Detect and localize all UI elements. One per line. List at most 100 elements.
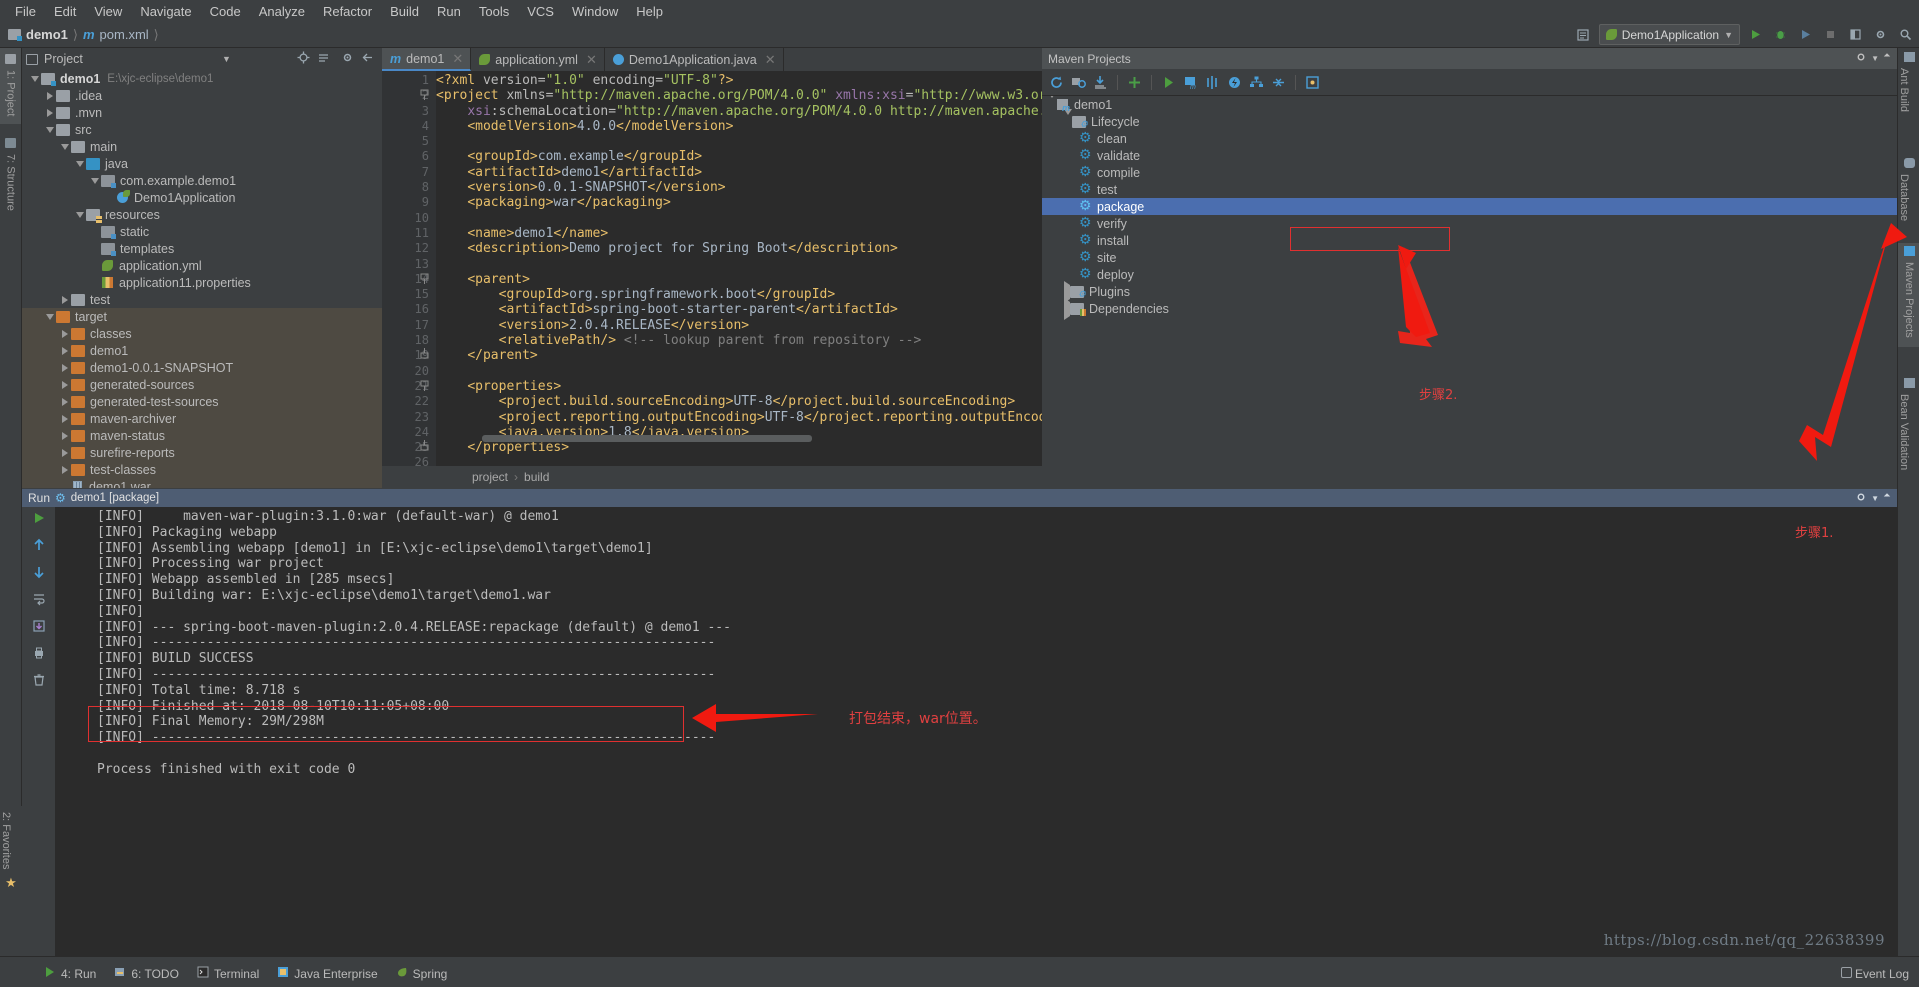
chevron-down-icon[interactable] bbox=[1064, 115, 1072, 129]
menu-item-navigate[interactable]: Navigate bbox=[131, 2, 200, 21]
fold-expanded-icon[interactable] bbox=[420, 272, 430, 290]
menu-item-help[interactable]: Help bbox=[627, 2, 672, 21]
tree-node-static[interactable]: static bbox=[22, 223, 382, 240]
tree-node-main[interactable]: main bbox=[22, 138, 382, 155]
maven-node-demo1[interactable]: mdemo1 bbox=[1042, 96, 1897, 113]
editor-breadcrumb-project[interactable]: project bbox=[472, 470, 508, 484]
tree-node-test-classes[interactable]: test-classes bbox=[22, 461, 382, 478]
tree-node-test[interactable]: test bbox=[22, 291, 382, 308]
tree-node-java[interactable]: java bbox=[22, 155, 382, 172]
up-icon[interactable] bbox=[32, 538, 46, 557]
gear-icon[interactable] bbox=[1855, 491, 1867, 506]
toggle-offline-icon[interactable] bbox=[1225, 73, 1244, 92]
maven-node-compile[interactable]: compile bbox=[1042, 164, 1897, 181]
scroll-to-end-icon[interactable] bbox=[32, 619, 46, 638]
rerun-icon[interactable] bbox=[32, 511, 46, 530]
sidebar-item-maven-projects[interactable]: Maven Projects bbox=[1898, 243, 1919, 347]
chevron-down-icon[interactable]: ▼ bbox=[1871, 494, 1879, 503]
editor-tab-demo1application-java[interactable]: Demo1Application.java✕ bbox=[605, 48, 784, 71]
tree-node-templates[interactable]: templates bbox=[22, 240, 382, 257]
debug-icon[interactable] bbox=[1771, 25, 1790, 44]
editor-breadcrumb-build[interactable]: build bbox=[524, 470, 549, 484]
menu-item-tools[interactable]: Tools bbox=[470, 2, 518, 21]
status-tab-4-run[interactable]: 4: Run bbox=[44, 966, 96, 981]
run-icon[interactable] bbox=[1746, 25, 1765, 44]
maven-node-lifecycle[interactable]: ⚙Lifecycle bbox=[1042, 113, 1897, 130]
maven-tree[interactable]: mdemo1⚙Lifecyclecleanvalidatecompiletest… bbox=[1042, 96, 1897, 488]
sidebar-item-bean-validation[interactable]: Bean Validation bbox=[1898, 378, 1919, 481]
add-icon[interactable] bbox=[1125, 73, 1144, 92]
run-configuration-selector[interactable]: Demo1Application ▼ bbox=[1599, 24, 1740, 45]
maven-node-test[interactable]: test bbox=[1042, 181, 1897, 198]
fold-expanded-icon[interactable] bbox=[420, 379, 430, 397]
gear-icon[interactable] bbox=[341, 51, 354, 67]
tree-node-maven-archiver[interactable]: maven-archiver bbox=[22, 410, 382, 427]
tree-node-surefire-reports[interactable]: surefire-reports bbox=[22, 444, 382, 461]
chevron-right-icon[interactable] bbox=[43, 92, 56, 100]
editor-tab-demo1[interactable]: mdemo1✕ bbox=[382, 48, 471, 71]
fold-collapse-icon[interactable] bbox=[420, 440, 430, 458]
clear-all-icon[interactable] bbox=[32, 673, 46, 692]
locate-icon[interactable] bbox=[297, 51, 310, 67]
execute-goal-icon[interactable]: m bbox=[1181, 73, 1200, 92]
chevron-down-icon[interactable] bbox=[28, 76, 41, 82]
status-tab-6-todo[interactable]: 6: TODO bbox=[114, 966, 179, 981]
maven-toolbar[interactable]: m bbox=[1042, 69, 1897, 96]
console-output[interactable]: [INFO] maven-war-plugin:3.1.0:war (defau… bbox=[55, 507, 1897, 956]
close-icon[interactable]: ✕ bbox=[765, 52, 776, 68]
generate-sources-icon[interactable] bbox=[1069, 73, 1088, 92]
sidebar-item-database[interactable]: Database bbox=[1898, 158, 1919, 232]
fold-expanded-icon[interactable] bbox=[420, 88, 430, 106]
breadcrumb-file[interactable]: pom.xml bbox=[100, 27, 149, 42]
fold-collapse-icon[interactable] bbox=[420, 348, 430, 366]
search-everywhere-icon[interactable] bbox=[1574, 25, 1593, 44]
sidebar-item-ant-build[interactable]: Ant Build bbox=[1898, 52, 1919, 123]
maven-node-clean[interactable]: clean bbox=[1042, 130, 1897, 147]
hide-icon[interactable] bbox=[1881, 491, 1893, 506]
tree-node-demo1-war[interactable]: demo1.war bbox=[22, 478, 382, 488]
status-bar-tabs[interactable]: 4: Run6: TODOTerminalJava EnterpriseSpri… bbox=[0, 966, 447, 987]
chevron-down-icon[interactable] bbox=[88, 178, 101, 184]
menu-item-edit[interactable]: Edit bbox=[45, 2, 85, 21]
chevron-down-icon[interactable] bbox=[43, 314, 56, 320]
tree-node-maven-status[interactable]: maven-status bbox=[22, 427, 382, 444]
menu-item-run[interactable]: Run bbox=[428, 2, 470, 21]
close-icon[interactable]: ✕ bbox=[586, 52, 597, 68]
tree-node-generated-sources[interactable]: generated-sources bbox=[22, 376, 382, 393]
tree-node-demo1[interactable]: demo1E:\xjc-eclipse\demo1 bbox=[22, 70, 382, 87]
tree-node--idea[interactable]: .idea bbox=[22, 87, 382, 104]
close-icon[interactable]: ✕ bbox=[452, 51, 463, 67]
menu-item-view[interactable]: View bbox=[85, 2, 131, 21]
down-icon[interactable] bbox=[32, 565, 46, 584]
chevron-right-icon[interactable] bbox=[58, 415, 71, 423]
tree-node-application-yml[interactable]: application.yml bbox=[22, 257, 382, 274]
show-dependencies-icon[interactable] bbox=[1247, 73, 1266, 92]
maven-node-verify[interactable]: verify bbox=[1042, 215, 1897, 232]
chevron-down-icon[interactable]: ▼ bbox=[1871, 54, 1879, 63]
print-icon[interactable] bbox=[32, 646, 46, 665]
hide-icon[interactable] bbox=[1881, 51, 1893, 66]
chevron-right-icon[interactable] bbox=[58, 432, 71, 440]
settings-icon[interactable] bbox=[1303, 73, 1322, 92]
settings-icon[interactable] bbox=[1871, 25, 1890, 44]
layout-icon[interactable] bbox=[1846, 25, 1865, 44]
maven-node-install[interactable]: install bbox=[1042, 232, 1897, 249]
menu-item-refactor[interactable]: Refactor bbox=[314, 2, 381, 21]
menu-item-window[interactable]: Window bbox=[563, 2, 627, 21]
chevron-right-icon[interactable] bbox=[58, 330, 71, 338]
tree-node-classes[interactable]: classes bbox=[22, 325, 382, 342]
chevron-down-icon[interactable] bbox=[1048, 98, 1056, 112]
maven-node-deploy[interactable]: deploy bbox=[1042, 266, 1897, 283]
tree-node-demo1application[interactable]: Demo1Application bbox=[22, 189, 382, 206]
chevron-down-icon[interactable] bbox=[73, 161, 86, 167]
chevron-down-icon[interactable]: ▼ bbox=[1724, 30, 1733, 40]
chevron-right-icon[interactable] bbox=[58, 364, 71, 372]
breadcrumb-project[interactable]: demo1 bbox=[26, 27, 68, 42]
event-log-item[interactable]: Event Log bbox=[1841, 967, 1909, 981]
reimport-icon[interactable] bbox=[1047, 73, 1066, 92]
chevron-down-icon[interactable] bbox=[43, 127, 56, 133]
editor-tab-application-yml[interactable]: application.yml✕ bbox=[471, 48, 605, 71]
chevron-down-icon[interactable]: ▼ bbox=[222, 54, 231, 64]
tree-node-demo1[interactable]: demo1 bbox=[22, 342, 382, 359]
chevron-right-icon[interactable] bbox=[58, 296, 71, 304]
